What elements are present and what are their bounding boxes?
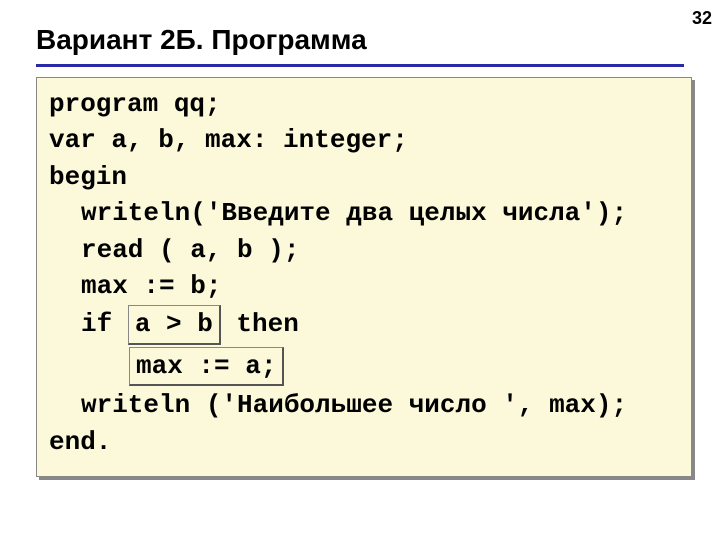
code-line: read ( a, b ); bbox=[49, 232, 679, 268]
code-text: if bbox=[81, 309, 128, 339]
code-line: if a > b then bbox=[49, 304, 679, 345]
code-line: writeln ('Наибольшее число ', max); bbox=[49, 387, 679, 423]
highlight-assignment: max := a; bbox=[129, 347, 284, 386]
code-text: then bbox=[221, 309, 299, 339]
code-line: end. bbox=[49, 424, 679, 460]
code-line: begin bbox=[49, 159, 679, 195]
code-line: writeln('Введите два целых числа'); bbox=[49, 195, 679, 231]
code-line: program qq; bbox=[49, 86, 679, 122]
slide-title: Вариант 2Б. Программа bbox=[0, 0, 720, 64]
code-line: var a, b, max: integer; bbox=[49, 122, 679, 158]
highlight-condition: a > b bbox=[128, 305, 221, 344]
code-line: max := b; bbox=[49, 268, 679, 304]
code-line: max := a; bbox=[49, 346, 679, 387]
title-underline bbox=[36, 64, 684, 67]
page-number: 32 bbox=[692, 8, 712, 29]
code-box: program qq; var a, b, max: integer; begi… bbox=[36, 77, 692, 477]
